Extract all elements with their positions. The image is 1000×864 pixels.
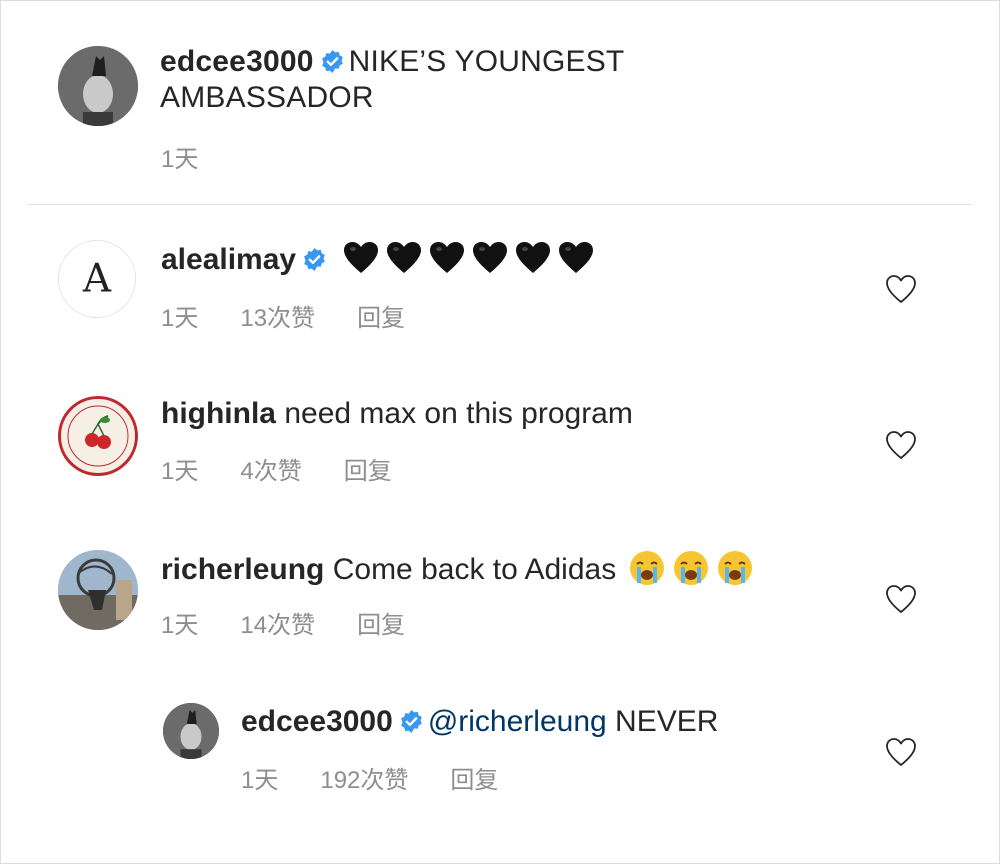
black-heart-icon — [386, 241, 422, 275]
post-time[interactable]: 1天 — [161, 139, 198, 174]
reply-button[interactable]: 回复 — [344, 451, 392, 486]
reply-time[interactable]: 1天 — [241, 760, 278, 795]
comment-avatar[interactable]: A — [58, 240, 136, 318]
divider — [28, 204, 971, 205]
comment-text: Come back to Adidas — [332, 553, 617, 586]
post-author-avatar[interactable] — [58, 46, 138, 126]
comment-body: alealimay — [161, 241, 601, 278]
crying-face-icon — [672, 549, 710, 587]
reply-text: NEVER — [615, 705, 719, 738]
reply-button[interactable]: 回复 — [357, 605, 405, 640]
comment-likes[interactable]: 14次赞 — [240, 605, 315, 640]
reply-body: edcee3000 @richerleung NEVER — [241, 704, 718, 740]
comment-meta: 1天 13次赞 回复 — [161, 298, 405, 333]
reply-button[interactable]: 回复 — [450, 760, 498, 795]
black-heart-icon — [429, 241, 465, 275]
comment-likes[interactable]: 13次赞 — [240, 298, 315, 333]
comment-body: richerleung Come back to Adidas — [161, 549, 754, 588]
svg-text:A: A — [82, 257, 112, 302]
crying-face-icon — [628, 549, 666, 587]
verified-badge-icon — [302, 247, 327, 272]
post-author-username[interactable]: edcee3000 — [160, 45, 314, 78]
like-heart-icon[interactable] — [885, 584, 917, 614]
black-heart-icon — [558, 241, 594, 275]
comment-username[interactable]: richerleung — [161, 553, 324, 586]
comment-meta: 1天 4次赞 回复 — [161, 451, 392, 486]
mention-link[interactable]: @richerleung — [428, 705, 607, 738]
comment-time[interactable]: 1天 — [161, 451, 198, 486]
post-caption: edcee3000 NIKE’S YOUNGEST AMBASSADOR — [160, 44, 680, 116]
comment-text: need max on this program — [284, 397, 633, 430]
reply-button[interactable]: 回复 — [357, 298, 405, 333]
verified-badge-icon — [320, 49, 345, 74]
comment-avatar[interactable] — [58, 396, 138, 476]
black-heart-icon — [343, 241, 379, 275]
reply-avatar[interactable] — [163, 703, 219, 759]
comment-likes[interactable]: 4次赞 — [240, 451, 301, 486]
post-meta: 1天 — [161, 139, 198, 174]
like-heart-icon[interactable] — [885, 274, 917, 304]
like-heart-icon[interactable] — [885, 430, 917, 460]
verified-badge-icon — [399, 709, 424, 734]
comment-time[interactable]: 1天 — [161, 605, 198, 640]
reply-likes[interactable]: 192次赞 — [320, 760, 408, 795]
comment-time[interactable]: 1天 — [161, 298, 198, 333]
reply-username[interactable]: edcee3000 — [241, 705, 393, 738]
comment-avatar[interactable] — [58, 550, 138, 630]
comment-username[interactable]: alealimay — [161, 243, 296, 276]
like-heart-icon[interactable] — [885, 737, 917, 767]
black-heart-icon — [472, 241, 508, 275]
comment-username[interactable]: highinla — [161, 397, 276, 430]
crying-face-icon — [716, 549, 754, 587]
black-heart-icon — [515, 241, 551, 275]
reply-meta: 1天 192次赞 回复 — [241, 760, 498, 795]
comment-body: highinla need max on this program — [161, 396, 633, 432]
comment-meta: 1天 14次赞 回复 — [161, 605, 405, 640]
